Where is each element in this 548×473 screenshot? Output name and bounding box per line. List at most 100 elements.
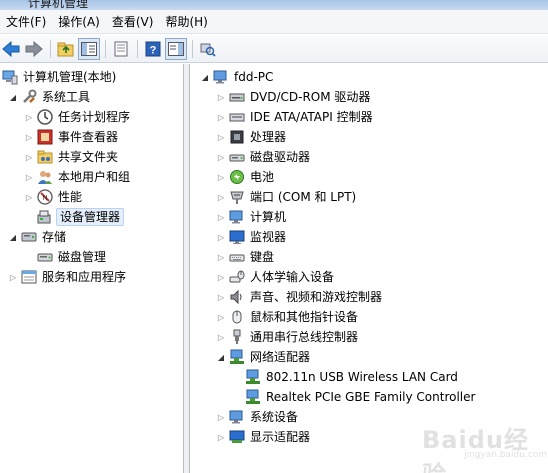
forward-button[interactable] <box>23 38 45 60</box>
disk-drive-icon <box>229 149 245 165</box>
tree-item-storage[interactable]: ◢ 存储 <box>8 227 68 247</box>
menu-help[interactable]: 帮助(H) <box>159 11 213 33</box>
speaker-icon <box>229 289 245 305</box>
tree-item-computer-root[interactable]: ◢ fdd-PC <box>200 67 275 87</box>
battery-icon <box>229 169 245 185</box>
tree-label: 802.11n USB Wireless LAN Card <box>266 370 458 384</box>
scan-hardware-button[interactable] <box>197 38 219 60</box>
tree-item-battery[interactable]: ▷ 电池 <box>216 167 276 187</box>
expand-arrow-icon[interactable]: ▷ <box>216 432 226 442</box>
tree-item-keyboards[interactable]: ▷ 键盘 <box>216 247 276 267</box>
expand-arrow-icon[interactable]: ▷ <box>216 112 226 122</box>
network-adapter-icon <box>245 389 261 405</box>
up-button[interactable] <box>55 38 77 60</box>
tree-item-system-devices[interactable]: ▷ 系统设备 <box>216 407 300 427</box>
collapse-arrow-icon[interactable]: ◢ <box>8 232 18 242</box>
menu-file[interactable]: 文件(F) <box>0 11 52 33</box>
help-icon: ? <box>145 41 161 56</box>
back-button[interactable] <box>0 38 22 60</box>
expand-arrow-icon[interactable]: ▷ <box>216 132 226 142</box>
view-button[interactable] <box>165 37 187 60</box>
collapse-arrow-icon[interactable]: ◢ <box>216 352 226 362</box>
tree-item-usb-controllers[interactable]: ▷ 通用串行总线控制器 <box>216 327 360 347</box>
tree-item-display-adapters[interactable]: ▷ 显示适配器 <box>216 427 312 447</box>
forward-icon <box>25 40 43 57</box>
event-viewer-icon <box>37 129 53 145</box>
tree-item-sound-video[interactable]: ▷ 声音、视频和游戏控制器 <box>216 287 384 307</box>
tree-item-disk-management[interactable]: 磁盘管理 <box>24 247 108 267</box>
tree-label: 任务计划程序 <box>58 110 131 124</box>
expand-arrow-icon[interactable]: ▷ <box>216 272 226 282</box>
tree-item-realtek-controller[interactable]: Realtek PCIe GBE Family Controller <box>245 387 477 407</box>
computer-management-icon <box>2 69 18 85</box>
tree-label: fdd-PC <box>234 70 274 84</box>
tree-item-system-tools[interactable]: ◢ 系统工具 <box>8 87 92 107</box>
expand-arrow-icon[interactable]: ▷ <box>216 92 226 102</box>
expand-arrow-icon[interactable]: ▷ <box>216 412 226 422</box>
expand-arrow-icon[interactable]: ▷ <box>216 312 226 322</box>
toolbar-separator <box>105 39 106 58</box>
device-tree-pane: ◢ fdd-PC ▷ DVD/CD-ROM 驱动器 ▷ IDE ATA/ATAP… <box>190 64 548 473</box>
expand-arrow-icon[interactable]: ▷ <box>216 212 226 222</box>
tree-item-hid[interactable]: ▷ 人体学输入设备 <box>216 267 336 287</box>
tree-item-computer-management[interactable]: 计算机管理(本地) <box>2 67 118 87</box>
tree-item-dvd-cdrom[interactable]: ▷ DVD/CD-ROM 驱动器 <box>216 87 372 107</box>
tree-item-services-applications[interactable]: ▷ 服务和应用程序 <box>8 267 128 287</box>
system-device-icon <box>229 409 245 425</box>
computer-icon <box>229 209 245 225</box>
toolbar-separator <box>137 39 138 58</box>
tree-item-event-viewer[interactable]: ▷ 事件查看器 <box>24 127 120 147</box>
tree-item-task-scheduler[interactable]: ▷ 任务计划程序 <box>24 107 132 127</box>
device-manager-icon <box>37 209 53 225</box>
expand-arrow-icon[interactable]: ▷ <box>216 292 226 302</box>
tree-label: 事件查看器 <box>58 130 119 144</box>
collapse-arrow-icon[interactable]: ◢ <box>200 72 210 82</box>
expand-arrow-icon[interactable]: ▷ <box>216 332 226 342</box>
help-button[interactable]: ? <box>142 38 164 60</box>
network-adapter-icon <box>229 349 245 365</box>
expand-arrow-icon[interactable]: ▷ <box>24 152 34 162</box>
hid-icon <box>229 269 245 285</box>
tree-label: 声音、视频和游戏控制器 <box>250 290 383 304</box>
tree-label: 通用串行总线控制器 <box>250 330 359 344</box>
tree-label: 磁盘管理 <box>58 250 107 264</box>
expand-arrow-icon[interactable]: ▷ <box>24 132 34 142</box>
tree-item-ports[interactable]: ▷ 端口 (COM 和 LPT) <box>216 187 358 207</box>
expand-arrow-icon[interactable]: ▷ <box>216 172 226 182</box>
properties-button[interactable] <box>110 38 132 60</box>
tree-item-network-adapters[interactable]: ◢ 网络适配器 <box>216 347 312 367</box>
expand-arrow-icon[interactable]: ▷ <box>216 252 226 262</box>
tree-item-performance[interactable]: ▷ N 性能 <box>24 187 84 207</box>
tree-item-shared-folders[interactable]: ▷ 共享文件夹 <box>24 147 120 167</box>
tree-label: 键盘 <box>250 250 275 264</box>
tree-item-mice[interactable]: ▷ 鼠标和其他指针设备 <box>216 307 360 327</box>
port-icon <box>229 189 245 205</box>
expand-arrow-icon[interactable]: ▷ <box>24 172 34 182</box>
menu-action[interactable]: 操作(A) <box>52 11 106 33</box>
dvd-drive-icon <box>229 89 245 105</box>
show-hide-tree-button[interactable] <box>78 37 100 60</box>
tree-label: 共享文件夹 <box>58 150 119 164</box>
tree-label: 鼠标和其他指针设备 <box>250 310 359 324</box>
keyboard-icon <box>229 249 245 265</box>
tree-item-local-users-groups[interactable]: ▷ 本地用户和组 <box>24 167 132 187</box>
expand-arrow-icon[interactable]: ▷ <box>216 232 226 242</box>
expand-arrow-icon[interactable]: ▷ <box>216 192 226 202</box>
tree-item-monitors[interactable]: ▷ 监视器 <box>216 227 288 247</box>
tree-item-ide-controller[interactable]: ▷ IDE ATA/ATAPI 控制器 <box>216 107 375 127</box>
ide-controller-icon <box>229 109 245 125</box>
collapse-arrow-icon[interactable]: ◢ <box>8 92 18 102</box>
expand-arrow-icon[interactable]: ▷ <box>8 272 18 282</box>
tree-item-wireless-lan-card[interactable]: 802.11n USB Wireless LAN Card <box>245 367 460 387</box>
system-tools-icon <box>21 89 37 105</box>
tree-item-processor[interactable]: ▷ 处理器 <box>216 127 288 147</box>
tree-item-computer[interactable]: ▷ 计算机 <box>216 207 288 227</box>
expand-arrow-icon[interactable]: ▷ <box>24 192 34 202</box>
expand-arrow-icon[interactable]: ▷ <box>24 112 34 122</box>
expand-arrow-icon[interactable]: ▷ <box>216 152 226 162</box>
tree-item-disk-drives[interactable]: ▷ 磁盘驱动器 <box>216 147 312 167</box>
menu-view[interactable]: 查看(V) <box>106 11 160 33</box>
scan-hardware-icon <box>200 43 216 57</box>
tree-item-device-manager[interactable]: 设备管理器 <box>24 207 125 227</box>
tree-label: 性能 <box>58 190 83 204</box>
